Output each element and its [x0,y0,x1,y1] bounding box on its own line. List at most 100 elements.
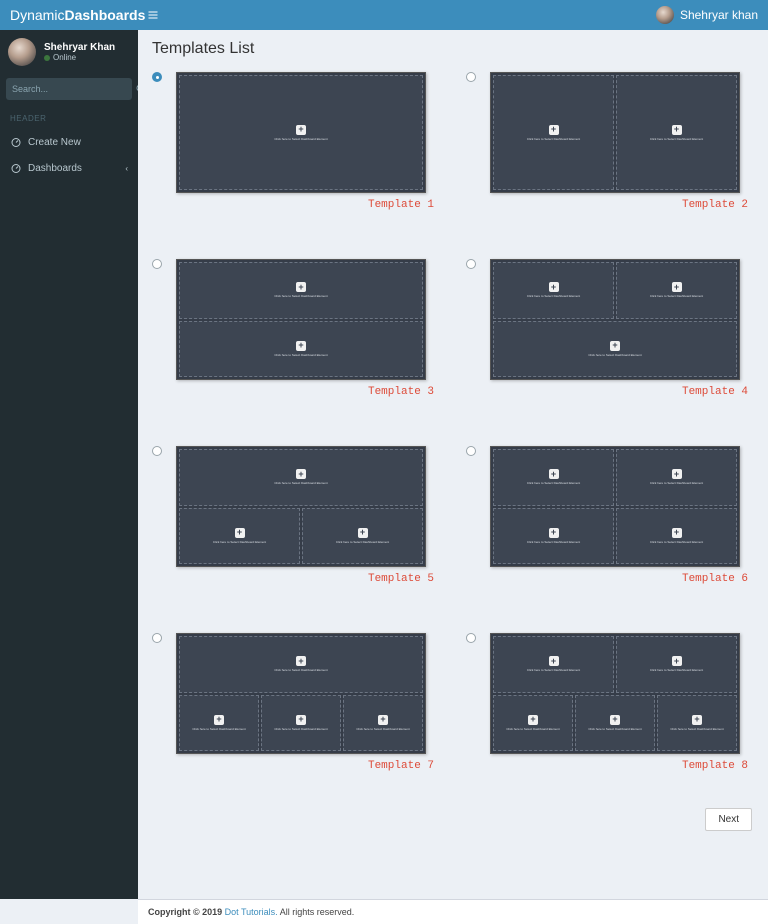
template-radio-8[interactable] [466,633,476,643]
template-preview-8[interactable]: + Click here to Select Dashboard Element +… [490,633,740,754]
template-radio-4[interactable] [466,259,476,269]
plus-icon: + [296,656,306,666]
template-radio-3[interactable] [152,259,162,269]
plus-icon: + [672,656,682,666]
template-item-2: +Click here to Select Dashboard Element+… [466,72,754,211]
preview-cell: +Click here to Select Dashboard Element [493,75,614,190]
sidebar-user-name: Shehryar Khan [44,42,115,53]
sidebar-toggle-button[interactable] [138,0,168,30]
nav-label: Create New [28,137,81,148]
template-preview-3[interactable]: +Click here to Select Dashboard Element+… [176,259,426,380]
nav-create-new[interactable]: Create New [0,129,138,155]
preview-cell: + Click here to Select Dashboard Element [493,695,573,752]
plus-icon: + [296,282,306,292]
template-item-4: +Click here to Select Dashboard Element+… [466,259,754,398]
preview-cell-label: Click here to Select Dashboard Element [356,727,409,731]
chevron-left-icon: ‹ [125,164,128,173]
plus-icon: + [296,341,306,351]
footer: Copyright © 2019 Dot Tutorials. All righ… [138,899,768,924]
preview-cell-label: Click here to Select Dashboard Element [506,727,559,731]
template-radio-2[interactable] [466,72,476,82]
template-preview-5[interactable]: +Click here to Select Dashboard Element+… [176,446,426,567]
preview-cell: +Click here to Select Dashboard Element [616,262,737,319]
content-area: Templates List +Click here to Select Das… [138,30,768,899]
preview-cell-label: Click here to Select Dashboard Element [192,727,245,731]
template-preview-2[interactable]: +Click here to Select Dashboard Element+… [490,72,740,193]
online-dot-icon [44,55,50,61]
template-radio-1[interactable] [152,72,162,82]
footer-link[interactable]: Dot Tutorials. [225,907,278,917]
preview-cell: + Click here to Select Dashboard Element [493,449,614,506]
preview-cell: +Click here to Select Dashboard Element [493,636,614,693]
preview-row: +Click here to Select Dashboard Element [493,321,737,378]
plus-icon: + [610,715,620,725]
plus-icon: + [549,282,559,292]
preview-cell-label: Click here to Select Dashboard Element [527,481,580,485]
plus-icon: + [296,469,306,479]
plus-icon: + [610,341,620,351]
plus-icon: + [528,715,538,725]
preview-cell: +Click here to Select Dashboard Element [616,508,737,565]
template-preview-4[interactable]: +Click here to Select Dashboard Element+… [490,259,740,380]
preview-cell-label: Click here to Select Dashboard Element [274,137,327,141]
sidebar-section-header: HEADER [0,108,138,129]
sidebar-user-info: Shehryar Khan Online [44,42,115,62]
template-preview-7[interactable]: + Click here to Select Dashboard Element +… [176,633,426,754]
topbar-user-name: Shehryar khan [680,8,758,22]
avatar [8,38,36,66]
status-text: Online [53,53,76,62]
template-label: Template 8 [466,760,754,772]
nav-dashboards[interactable]: Dashboards ‹ [0,155,138,181]
plus-icon: + [378,715,388,725]
preview-cell: + Click here to Select Dashboard Element [575,695,655,752]
preview-row: +Click here to Select Dashboard Element+… [493,449,737,506]
brand-left: Dynamic [10,7,64,23]
next-row: Next [152,808,754,831]
gauge-icon [10,136,22,148]
preview-row: +Click here to Select Dashboard Element+… [493,508,737,565]
sidebar-search [6,78,132,100]
footer-suffix: All rights reserved. [280,907,355,917]
preview-row: +Click here to Select Dashboard Element+… [493,636,737,693]
preview-cell: +Click here to Select Dashboard Element [179,75,423,190]
sidebar-user-status: Online [44,53,115,62]
next-button[interactable]: Next [705,808,752,831]
template-preview-1[interactable]: +Click here to Select Dashboard Element [176,72,426,193]
preview-cell-label: Click here to Select Dashboard Element [274,727,327,731]
template-radio-6[interactable] [466,446,476,456]
plus-icon: + [692,715,702,725]
plus-icon: + [549,656,559,666]
preview-cell: +Click here to Select Dashboard Element [179,449,423,506]
search-input[interactable] [6,84,135,94]
plus-icon: + [672,282,682,292]
template-item-7: + Click here to Select Dashboard Element +… [152,633,440,772]
preview-cell-label: Click here to Select Dashboard Element [650,668,703,672]
topbar-user-menu[interactable]: Shehryar khan [656,6,768,24]
plus-icon: + [549,469,559,479]
preview-row: +Click here to Select Dashboard Element+… [179,695,423,752]
preview-cell-label: Click here to Select Dashboard Element [650,481,703,485]
preview-cell: +Click here to Select Dashboard Element [179,695,259,752]
preview-row: + Click here to Select Dashboard Element +… [493,695,737,752]
preview-cell: +Click here to Select Dashboard Element [179,262,423,319]
preview-cell-label: Click here to Select Dashboard Element [588,727,641,731]
template-radio-5[interactable] [152,446,162,456]
template-label: Template 7 [152,760,440,772]
preview-cell: +Click here to Select Dashboard Element [493,321,737,378]
gauge-icon [10,162,22,174]
preview-cell: + Click here to Select Dashboard Element [343,695,423,752]
template-radio-7[interactable] [152,633,162,643]
preview-cell: +Click here to Select Dashboard Element [657,695,737,752]
nav-label: Dashboards [28,163,82,174]
preview-cell: +Click here to Select Dashboard Element [179,636,423,693]
brand-logo[interactable]: DynamicDashboards [0,0,138,30]
preview-row: +Click here to Select Dashboard Element [179,321,423,378]
template-preview-6[interactable]: +Click here to Select Dashboard Element+… [490,446,740,567]
preview-row: +Click here to Select Dashboard Element+… [493,262,737,319]
preview-cell-label: Click here to Select Dashboard Element [527,294,580,298]
template-label: Template 1 [152,199,440,211]
template-item-8: + Click here to Select Dashboard Element +… [466,633,754,772]
template-item-3: +Click here to Select Dashboard Element+… [152,259,440,398]
preview-cell-label: Click here to Select Dashboard Element [650,137,703,141]
plus-icon: + [235,528,245,538]
